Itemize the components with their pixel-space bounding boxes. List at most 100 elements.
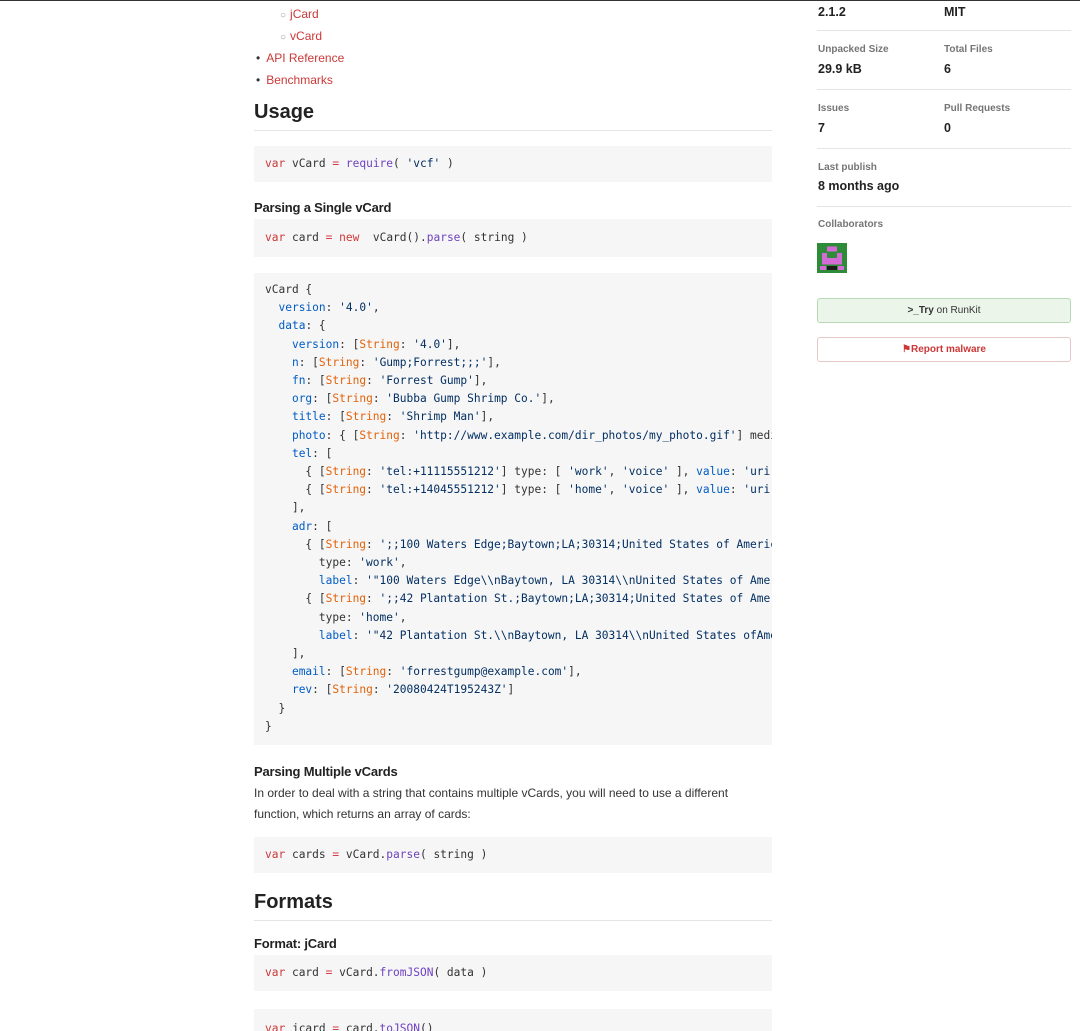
heading-parsing-single: Parsing a Single vCard: [254, 200, 392, 215]
code-token: vCard: [291, 157, 333, 170]
code-token: :: [386, 410, 400, 424]
code-token: String: [325, 483, 367, 497]
heading-parsing-multiple: Parsing Multiple vCards: [254, 764, 398, 779]
code-token: :: [366, 374, 380, 387]
last-publish-value: 8 months ago: [818, 179, 900, 193]
parsing-multiple-description: In order to deal with a string that cont…: [254, 786, 729, 821]
code-token: { [: [265, 465, 326, 478]
code-token: 'voice': [622, 465, 670, 478]
code-token: vCard().: [372, 231, 427, 244]
code-token: String: [359, 428, 400, 442]
code-token: :: [386, 665, 400, 679]
bullet-icon: •: [256, 51, 261, 65]
issues-value[interactable]: 7: [818, 121, 825, 135]
code-token: :: [372, 392, 387, 406]
code-token: ],: [669, 483, 697, 497]
code-line: fn: [String: 'Forrest Gump'],: [265, 374, 487, 387]
code-token: :: [399, 337, 414, 351]
code-token: : [: [312, 446, 333, 460]
code-token: : [: [305, 374, 326, 387]
code-token: ( string ): [419, 848, 488, 861]
runkit-prompt-icon: >_: [907, 305, 919, 316]
code-token: type:: [265, 556, 360, 569]
code-line: }: [265, 702, 285, 715]
code-token: value: [696, 483, 730, 497]
code-line: adr: [: [265, 520, 332, 533]
code-token: fn: [291, 374, 306, 387]
code-token: ],: [446, 337, 461, 351]
code-token: String: [325, 465, 367, 478]
code-token: parse: [386, 848, 420, 861]
code-block-parse-multiple: var cards = vCard.parse( string ): [254, 837, 772, 873]
code-token: 'home': [359, 610, 400, 624]
code-token: rev: [291, 683, 313, 697]
code-token: ] mediatype: [736, 428, 772, 442]
code-token: type:: [265, 610, 360, 624]
code-token: email: [291, 665, 326, 679]
code-token: var: [265, 848, 292, 861]
version-license-row: 2.1.2 MIT: [817, 0, 1071, 31]
code-token: : [: [325, 410, 346, 424]
code-line: var card = vCard.fromJSON( data ): [265, 966, 487, 979]
toc-link-vcard[interactable]: ○ vCard: [280, 29, 322, 43]
code-token: String: [325, 374, 367, 387]
code-token: :: [352, 628, 367, 642]
toc-link-jcard[interactable]: ○ jCard: [280, 7, 319, 21]
code-line: version: '4.0',: [265, 301, 379, 314]
toc-link-benchmarks[interactable]: • Benchmarks: [256, 73, 333, 87]
code-line: label: '"42 Plantation St.\\nBaytown, LA…: [265, 629, 772, 642]
code-token: : [: [312, 392, 333, 406]
code-token: ,: [399, 556, 407, 569]
pull-requests-value[interactable]: 0: [944, 121, 951, 135]
code-token: :: [359, 355, 373, 369]
code-token: ],: [265, 501, 306, 515]
version-value: 2.1.2: [818, 5, 846, 19]
code-line: type: 'work',: [265, 556, 407, 569]
collaborators-label: Collaborators: [818, 219, 884, 230]
code-token: String: [359, 337, 400, 351]
code-token: var: [265, 157, 292, 170]
code-token: tel: [291, 446, 313, 460]
code-token: 'Bubba Gump Shrimp Co.': [386, 392, 542, 406]
code-token: String: [345, 410, 387, 424]
code-token: 'home': [568, 483, 609, 497]
code-line: rev: [String: '20080424T195243Z']: [265, 683, 514, 696]
code-token: String: [325, 592, 367, 606]
code-token: :: [366, 483, 380, 497]
code-line: var jcard = card.toJSON(): [265, 1022, 433, 1031]
code-line: photo: { [String: 'http://www.example.co…: [265, 429, 772, 442]
collaborator-avatar[interactable]: [817, 243, 847, 273]
code-token: vCard.: [339, 848, 387, 861]
code-token: 'tel:+11115551212': [379, 465, 501, 478]
code-token: 'uri': [743, 465, 772, 478]
code-line: var vCard = require( 'vcf' ): [265, 157, 454, 170]
code-line: version: [String: '4.0'],: [265, 338, 460, 351]
code-token: :: [399, 428, 414, 442]
total-files-label: Total Files: [944, 44, 993, 55]
try-on-runkit-button[interactable]: >_Try on RunKit: [817, 298, 1071, 323]
code-token: : [: [325, 665, 346, 679]
code-token: var: [265, 231, 292, 244]
heading-format-jcard: Format: jCard: [254, 936, 337, 951]
code-token: ] type: [: [500, 465, 569, 478]
code-block-to-json: var jcard = card.toJSON(): [254, 1009, 772, 1031]
bullet-icon: •: [256, 73, 261, 87]
code-token: :: [366, 537, 380, 551]
heading-formats: Formats: [254, 891, 772, 921]
toc-link-api-reference[interactable]: • API Reference: [256, 51, 344, 65]
code-token: data: [278, 319, 306, 333]
code-token: n: [291, 355, 299, 369]
code-token: toJSON: [379, 1022, 420, 1031]
report-malware-button[interactable]: ⚑Report malware: [817, 337, 1071, 362]
code-token: String: [332, 392, 373, 406]
code-token: ],: [541, 392, 555, 406]
code-token: var: [265, 966, 292, 979]
code-block-parse-single: var card = new vCard().parse( string ): [254, 219, 772, 257]
issues-prs-row: Issues 7 Pull Requests 0: [817, 90, 1071, 149]
